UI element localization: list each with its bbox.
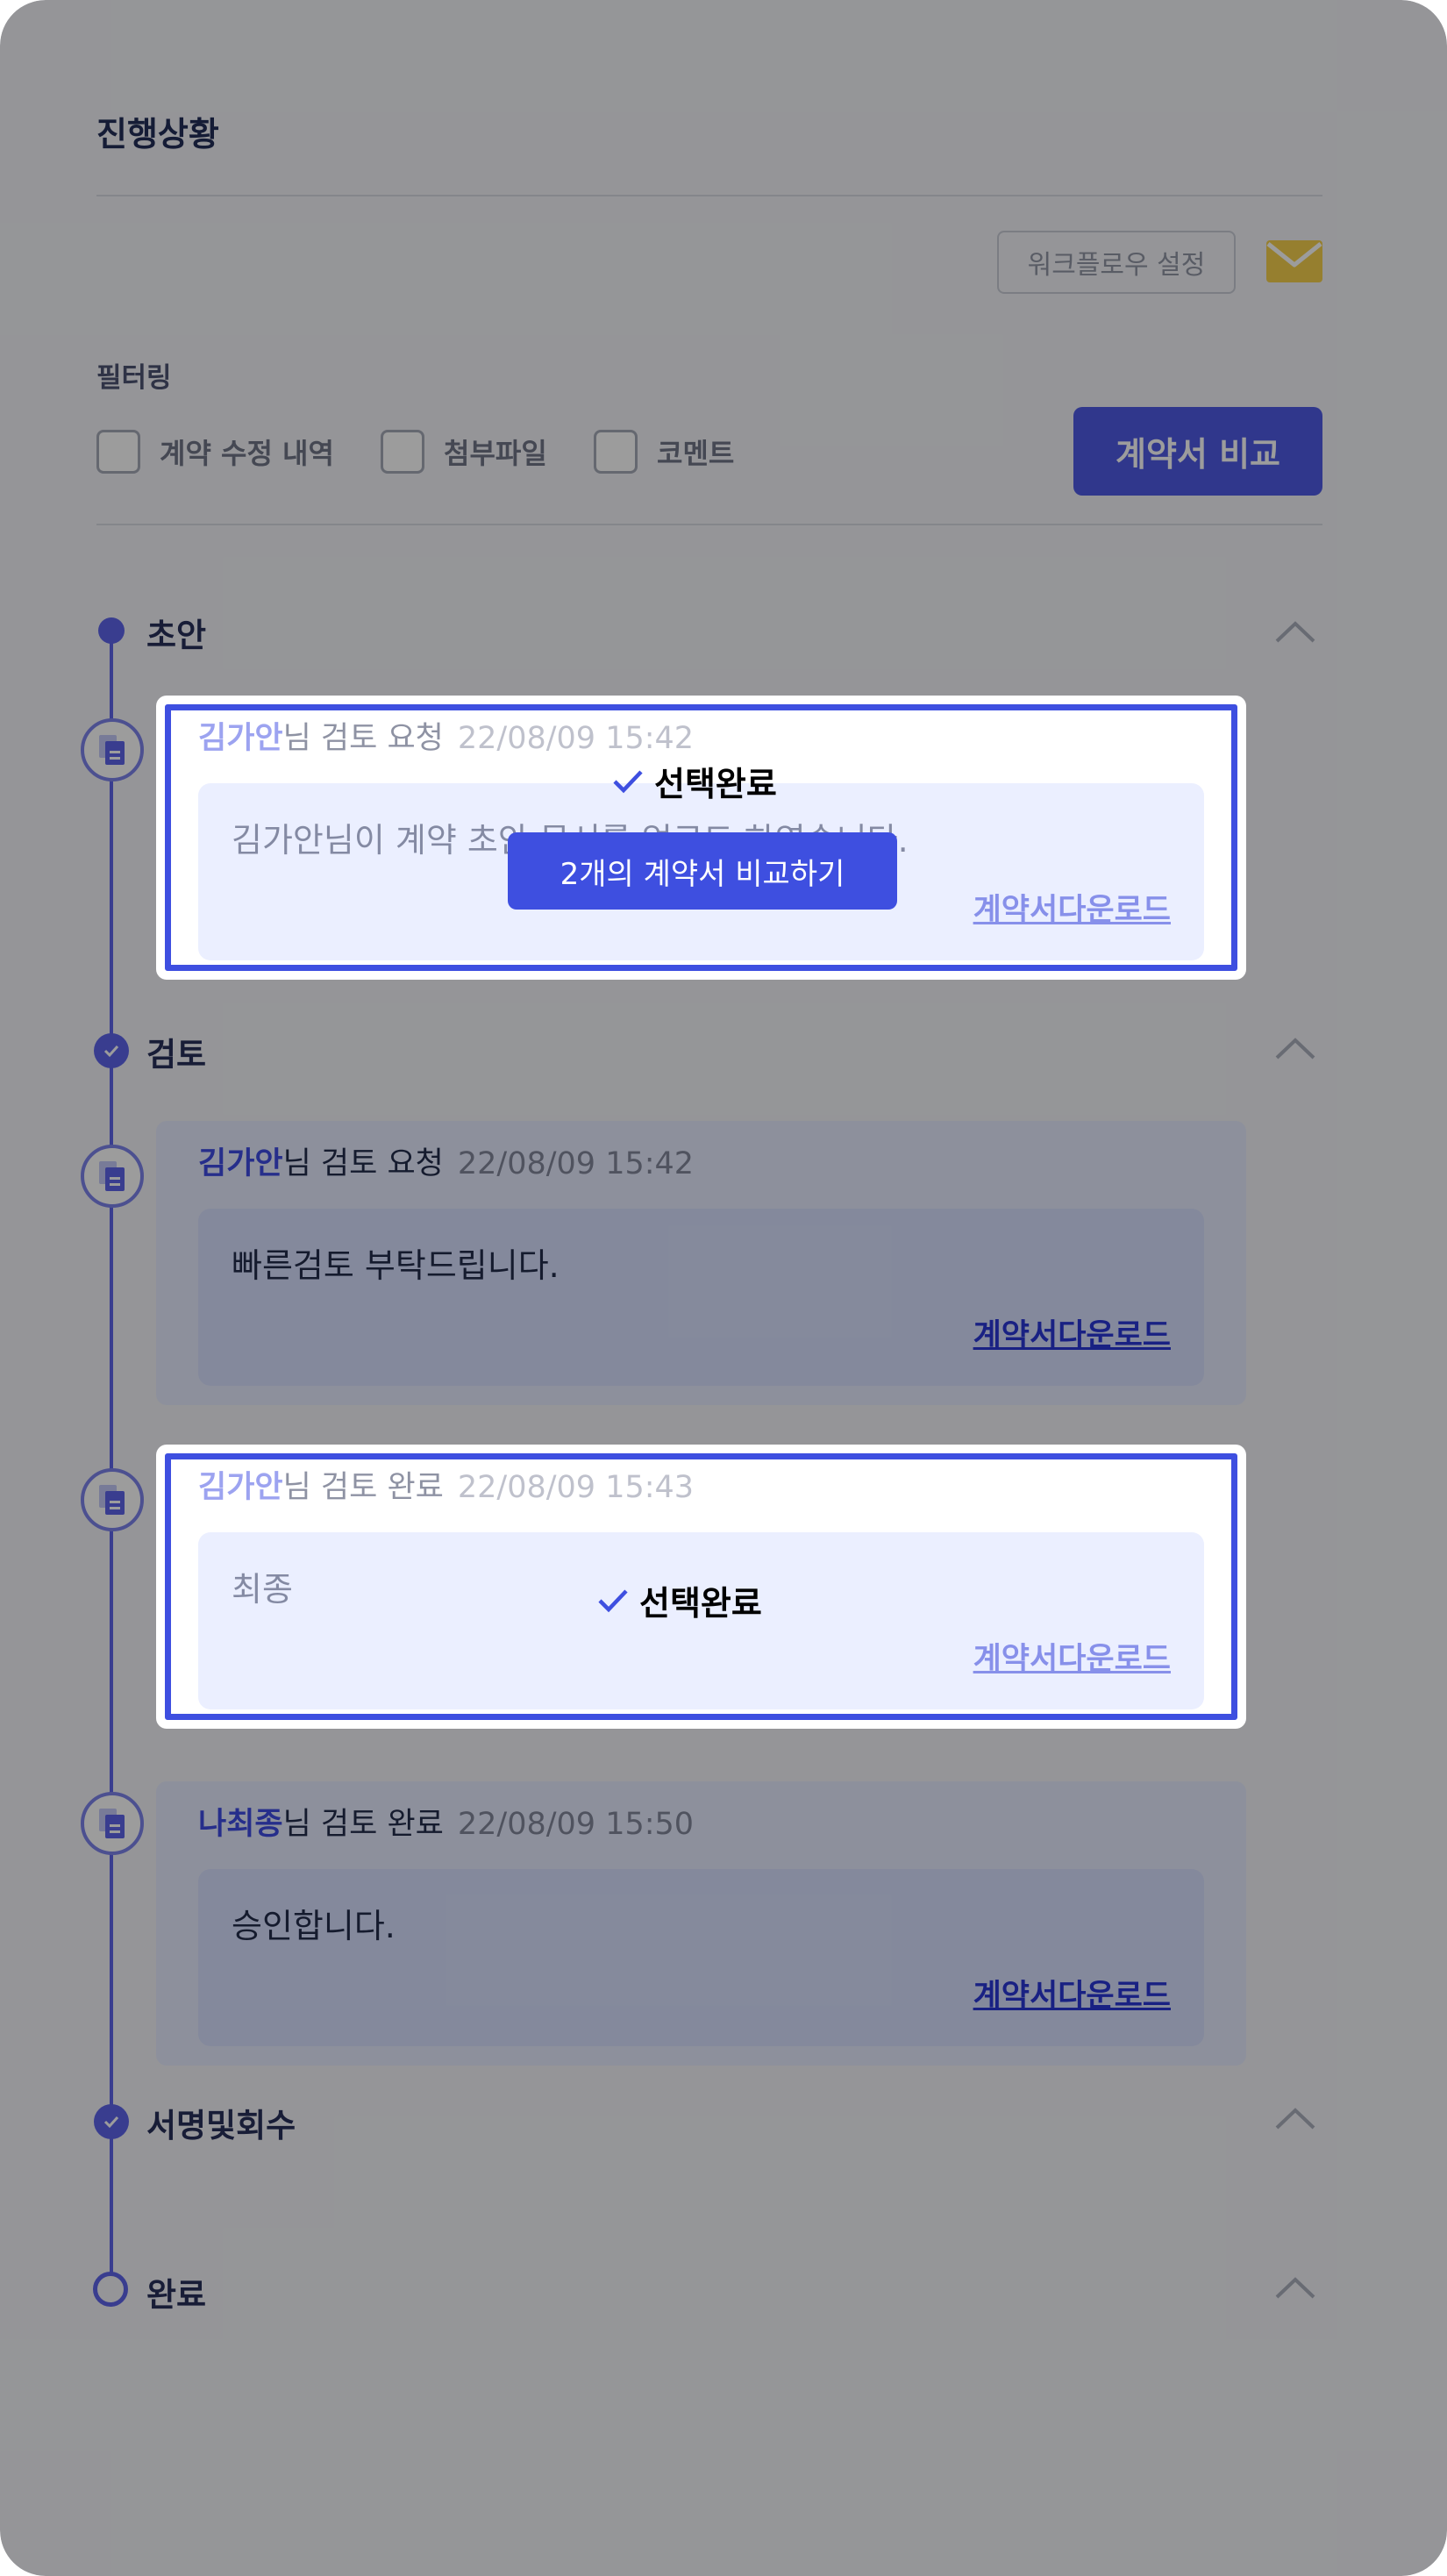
document-icon	[81, 718, 144, 781]
contract-download-link[interactable]: 계약서다운로드	[973, 1310, 1171, 1355]
workflow-settings-button[interactable]: 워크플로우 설정	[997, 231, 1236, 294]
filter-title: 필터링	[96, 362, 172, 394]
chevron-up-icon[interactable]	[1274, 2274, 1316, 2301]
document-icon	[81, 1468, 144, 1531]
card-message: 승인합니다.	[232, 1907, 396, 1945]
page-title: 진행상황	[96, 115, 219, 153]
contract-download-link[interactable]: 계약서다운로드	[973, 1971, 1171, 2016]
selection-done-label: 선택완료	[639, 1584, 762, 1623]
compare-two-contracts-button[interactable]: 2개의 계약서 비교하기	[508, 832, 897, 910]
card-date: 22/08/09 15:42	[457, 721, 695, 756]
card-header: 김가안님 검토 요청 22/08/09 15:42	[198, 713, 694, 758]
checkbox[interactable]	[96, 430, 140, 474]
card-message: 최종	[232, 1570, 293, 1609]
selection-done-tag: 선택완료	[612, 757, 777, 805]
chevron-up-icon[interactable]	[1274, 2105, 1316, 2131]
card-body: 빠른검토 부탁드립니다. 계약서다운로드	[198, 1209, 1204, 1386]
stage-dot-icon	[98, 617, 125, 644]
contract-download-link[interactable]: 계약서다운로드	[973, 1634, 1171, 1679]
card-date: 22/08/09 15:42	[457, 1146, 695, 1181]
selection-done-label: 선택완료	[654, 765, 777, 803]
stage-pending-icon	[93, 2272, 128, 2307]
history-card-selected[interactable]: 김가안님 검토 요청22/08/09 15:42 김가안님이 계약 초안 문서를…	[156, 696, 1246, 980]
card-header: 김가안님 검토 요청 22/08/09 15:42	[198, 1138, 694, 1183]
card-action: 님 검토 완료	[282, 1470, 444, 1505]
card-action: 님 검토 요청	[282, 1146, 444, 1181]
filter-label: 코멘트	[657, 437, 735, 470]
compare-contracts-button[interactable]: 계약서 비교	[1073, 407, 1322, 496]
checkbox[interactable]	[381, 430, 424, 474]
checkbox[interactable]	[594, 430, 638, 474]
card-message: 빠른검토 부탁드립니다.	[232, 1246, 560, 1285]
card-date: 22/08/09 15:43	[457, 1470, 695, 1505]
filter-divider	[96, 524, 1322, 525]
history-card[interactable]: 나최종님 검토 완료 22/08/09 15:50 승인합니다. 계약서다운로드	[156, 1781, 1246, 2066]
card-author: 김가안	[198, 1146, 283, 1181]
card-action: 님 검토 완료	[282, 1807, 444, 1842]
timeline-line	[110, 628, 113, 2288]
card-body: 승인합니다. 계약서다운로드	[198, 1869, 1204, 2046]
selection-done-tag: 선택완료	[597, 1576, 762, 1624]
contract-download-link[interactable]: 계약서다운로드	[973, 885, 1171, 930]
card-author: 김가안	[198, 1470, 283, 1505]
card-header: 나최종님 검토 완료 22/08/09 15:50	[198, 1799, 694, 1844]
check-icon	[598, 1588, 628, 1612]
history-card[interactable]: 김가안님 검토 요청 22/08/09 15:42 빠른검토 부탁드립니다. 계약…	[156, 1121, 1246, 1405]
filter-label: 첨부파일	[444, 437, 547, 470]
filter-contract-edits[interactable]: 계약 수정 내역	[96, 428, 334, 475]
card-author: 나최종	[198, 1807, 283, 1842]
history-card-selected[interactable]: 김가안님 검토 완료 22/08/09 15:43 최종 계약서다운로드 선택완료	[156, 1445, 1246, 1729]
stage-review-label: 검토	[146, 1036, 207, 1074]
chevron-up-icon[interactable]	[1274, 1035, 1316, 1061]
filter-label: 계약 수정 내역	[160, 437, 334, 470]
card-header: 김가안님 검토 완료 22/08/09 15:43	[198, 1462, 694, 1507]
filter-attachments[interactable]: 첨부파일	[381, 428, 547, 475]
card-date: 22/08/09 15:50	[457, 1807, 695, 1842]
card-action: 님 검토 요청	[282, 721, 444, 756]
filter-comments[interactable]: 코멘트	[594, 428, 734, 475]
stage-check-icon	[94, 2104, 129, 2139]
progress-panel: 진행상황 워크플로우 설정 필터링 계약 수정 내역 첨부파일 코멘트 계약서 …	[0, 0, 1447, 2576]
check-icon	[613, 769, 643, 793]
stage-check-icon	[94, 1033, 129, 1068]
document-icon	[81, 1792, 144, 1855]
chevron-up-icon[interactable]	[1274, 618, 1316, 645]
stage-draft-label: 초안	[146, 617, 207, 654]
stage-done-label: 완료	[146, 2276, 207, 2314]
mail-icon[interactable]	[1266, 240, 1322, 282]
header-divider	[96, 195, 1322, 196]
stage-sign-label: 서명및회수	[146, 2107, 296, 2144]
document-icon	[81, 1145, 144, 1208]
card-author: 김가안	[198, 721, 283, 756]
